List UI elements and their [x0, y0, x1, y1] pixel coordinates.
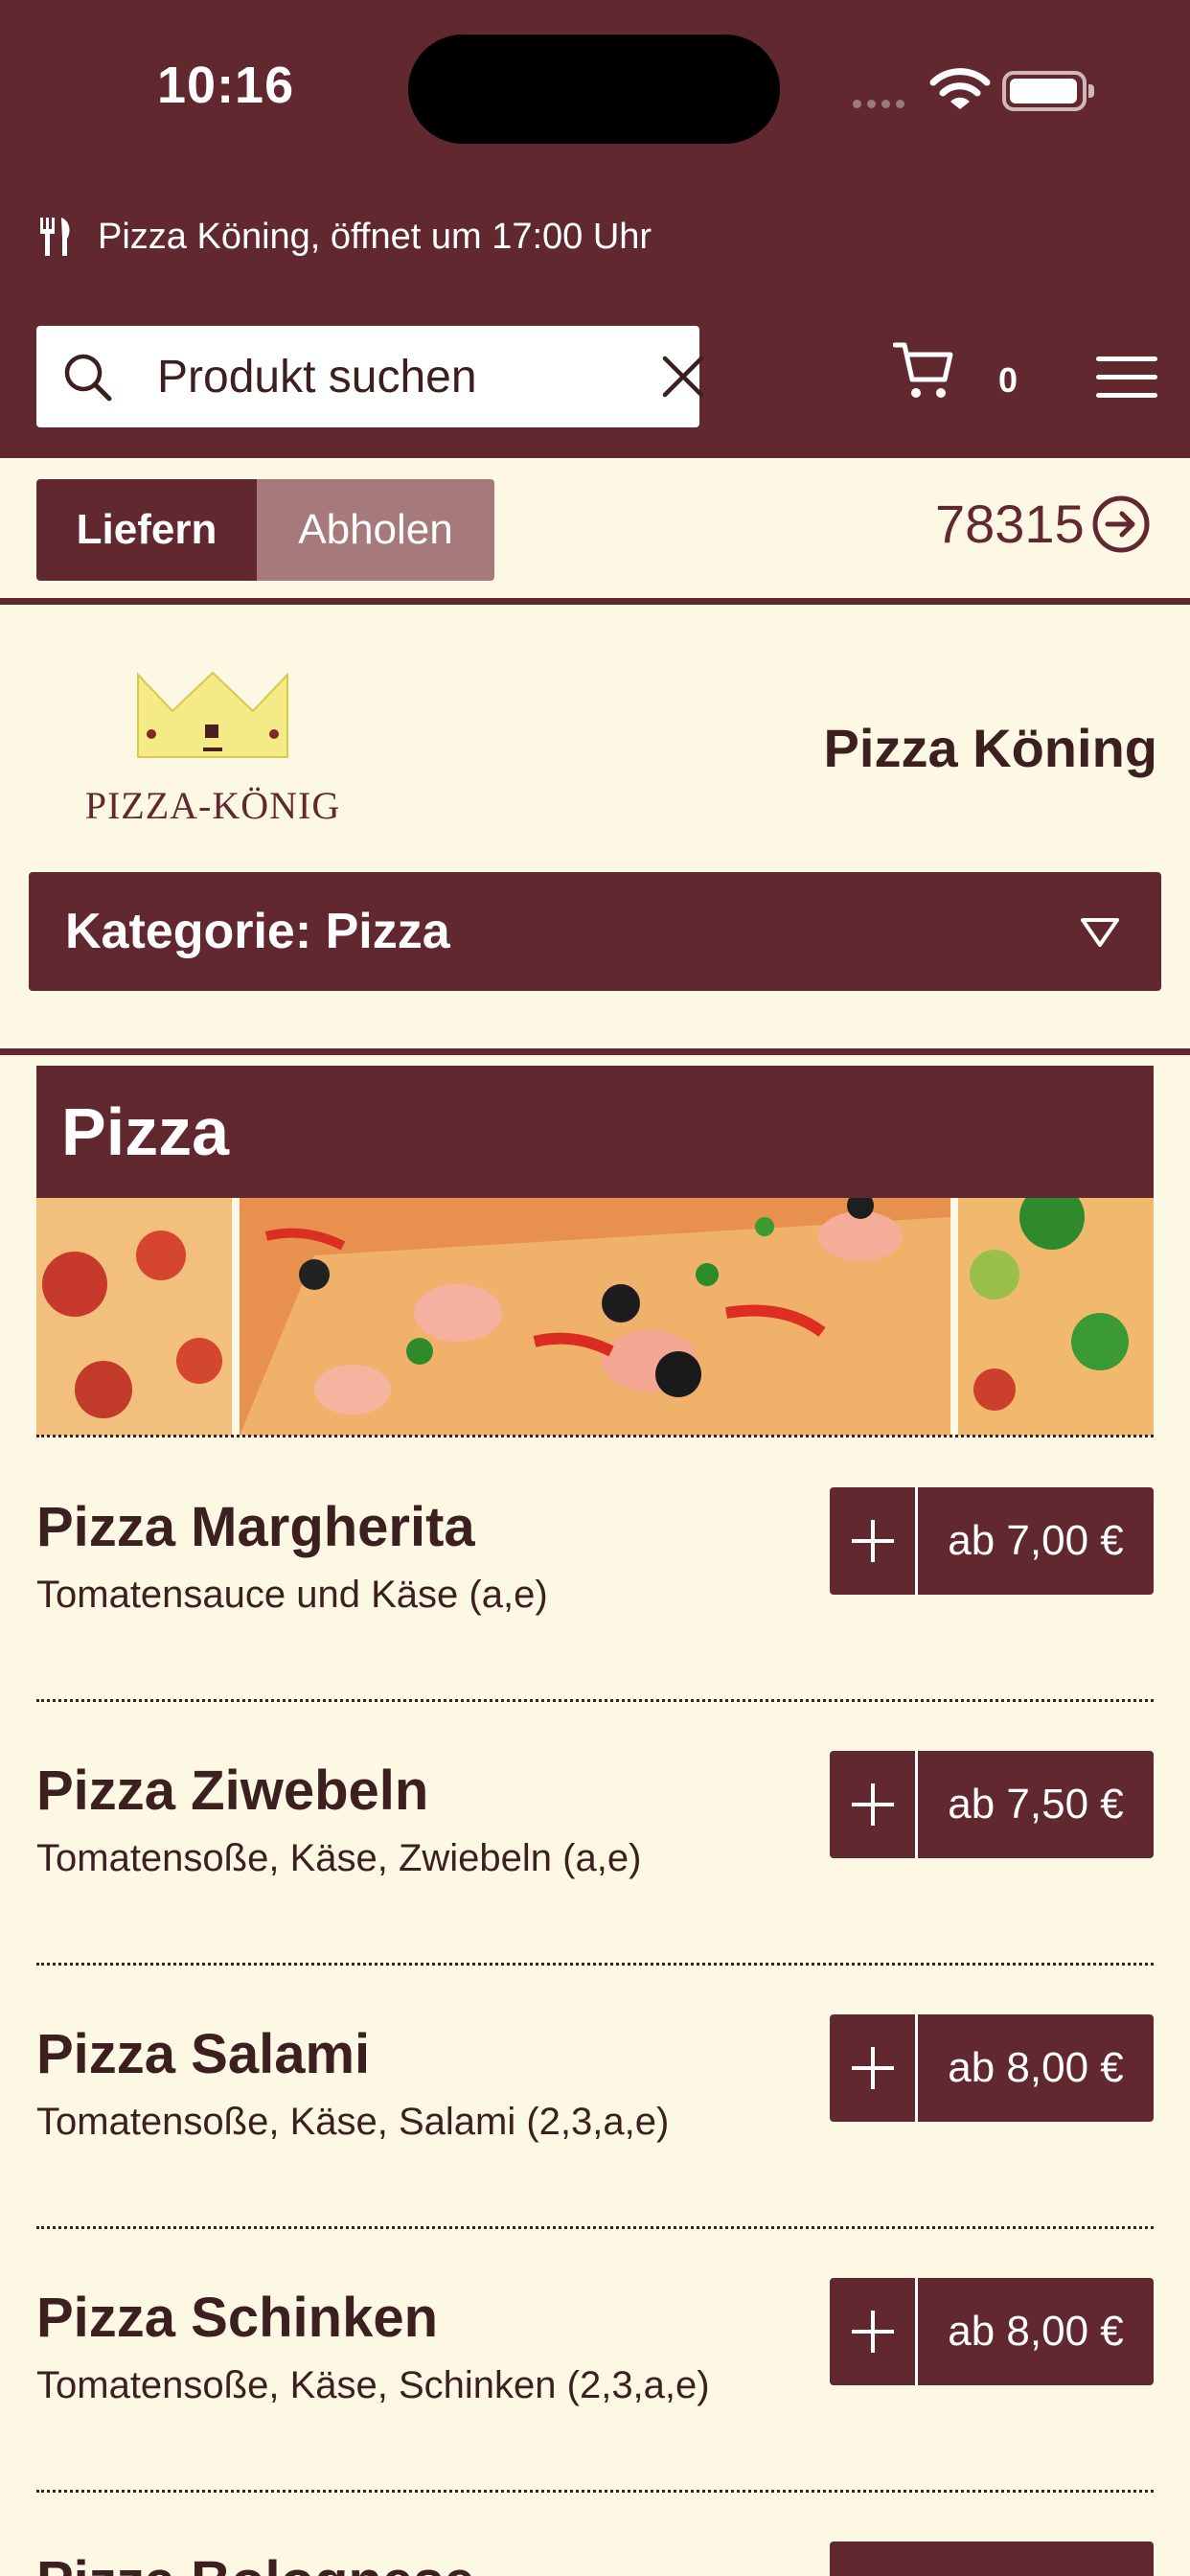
- cart-icon[interactable]: [893, 339, 956, 402]
- product-item[interactable]: Pizza Margherita Tomatensauce und Käse (…: [36, 1438, 1154, 1702]
- plus-icon: [830, 1751, 918, 1858]
- cutlery-icon: [40, 218, 70, 256]
- product-name: Pizza Margherita: [36, 1496, 475, 1558]
- shop-status-text: Pizza Köning, öffnet um 17:00 Uhr: [98, 216, 652, 257]
- pickup-button[interactable]: Abholen: [257, 479, 494, 581]
- plus-icon: [830, 2278, 918, 2385]
- product-description: Tomatensoße, Käse, Salami (2,3,a,e): [36, 2101, 670, 2143]
- search-box[interactable]: [36, 326, 704, 427]
- product-price: ab 8,00 €: [948, 2308, 1124, 2355]
- restaurant-name: Pizza Köning: [823, 718, 1157, 778]
- add-to-cart-button[interactable]: ab 7,50 €: [830, 1751, 1154, 1858]
- product-item[interactable]: Pizza Schinken Tomatensoße, Käse, Schink…: [36, 2228, 1154, 2493]
- close-icon[interactable]: [661, 355, 705, 399]
- restaurant-logo: PIZZA-KÖNIG: [85, 671, 341, 827]
- product-price: ab 7,50 €: [948, 1781, 1124, 1828]
- product-name: Pizza Schinken: [36, 2287, 439, 2349]
- add-to-cart-button[interactable]: ab 8,00 €: [830, 2014, 1154, 2122]
- menu-icon[interactable]: [1096, 356, 1157, 401]
- add-to-cart-button[interactable]: ab 8,00 €: [830, 2278, 1154, 2385]
- wifi-icon: [929, 68, 991, 109]
- product-price: ab 8,00 €: [948, 2044, 1124, 2091]
- shop-status: Pizza Köning, öffnet um 17:00 Uhr: [38, 213, 652, 261]
- search-input[interactable]: [157, 326, 627, 427]
- plus-icon: [830, 2014, 918, 2122]
- category-title: Pizza: [36, 1066, 1154, 1198]
- deliver-button[interactable]: Liefern: [36, 479, 257, 581]
- product-name: Pizza Bolognese: [36, 2549, 475, 2576]
- status-time: 10:16: [157, 57, 295, 114]
- product-price: ab 7,00 €: [948, 1517, 1124, 1564]
- product-name: Pizza Salami: [36, 2023, 371, 2085]
- product-description: Tomatensoße, Käse, Zwiebeln (a,e): [36, 1837, 642, 1879]
- top-bar: 10:16 Pizza Köning, öffnet um 17:00 Uhr: [0, 0, 1190, 458]
- category-select-value: Kategorie: Pizza: [65, 904, 450, 959]
- signal-icon: [853, 96, 910, 113]
- product-description: Tomatensauce und Käse (a,e): [36, 1574, 548, 1616]
- cart-count: 0: [998, 360, 1018, 400]
- battery-icon: [1002, 71, 1094, 111]
- arrow-right-circle-icon[interactable]: [1090, 494, 1152, 555]
- divider: [0, 598, 1190, 605]
- order-mode-toggle: Liefern Abholen: [36, 479, 494, 581]
- category-banner-image: [36, 1198, 1154, 1436]
- zip-code-link[interactable]: 78315: [935, 493, 1152, 555]
- product-name: Pizza Ziwebeln: [36, 1760, 429, 1822]
- search-icon[interactable]: [61, 351, 115, 404]
- product-item[interactable]: Pizza Salami Tomatensoße, Käse, Salami (…: [36, 1965, 1154, 2229]
- chevron-down-icon[interactable]: [1079, 916, 1121, 949]
- zip-code: 78315: [935, 494, 1085, 554]
- category-select[interactable]: Kategorie: Pizza: [29, 872, 1161, 991]
- product-description: Tomatensoße, Käse, Schinken (2,3,a,e): [36, 2364, 710, 2406]
- product-item[interactable]: Pizza Ziwebeln Tomatensoße, Käse, Zwiebe…: [36, 1701, 1154, 1966]
- divider: [0, 1048, 1190, 1055]
- svg-text:PIZZA-KÖNIG: PIZZA-KÖNIG: [85, 784, 341, 827]
- add-to-cart-button[interactable]: ab 7,00 €: [830, 1487, 1154, 1595]
- add-to-cart-button[interactable]: [830, 2542, 1154, 2576]
- plus-icon: [830, 1487, 918, 1595]
- dynamic-island: [408, 34, 780, 144]
- product-item[interactable]: Pizza Bolognese: [36, 2492, 1154, 2576]
